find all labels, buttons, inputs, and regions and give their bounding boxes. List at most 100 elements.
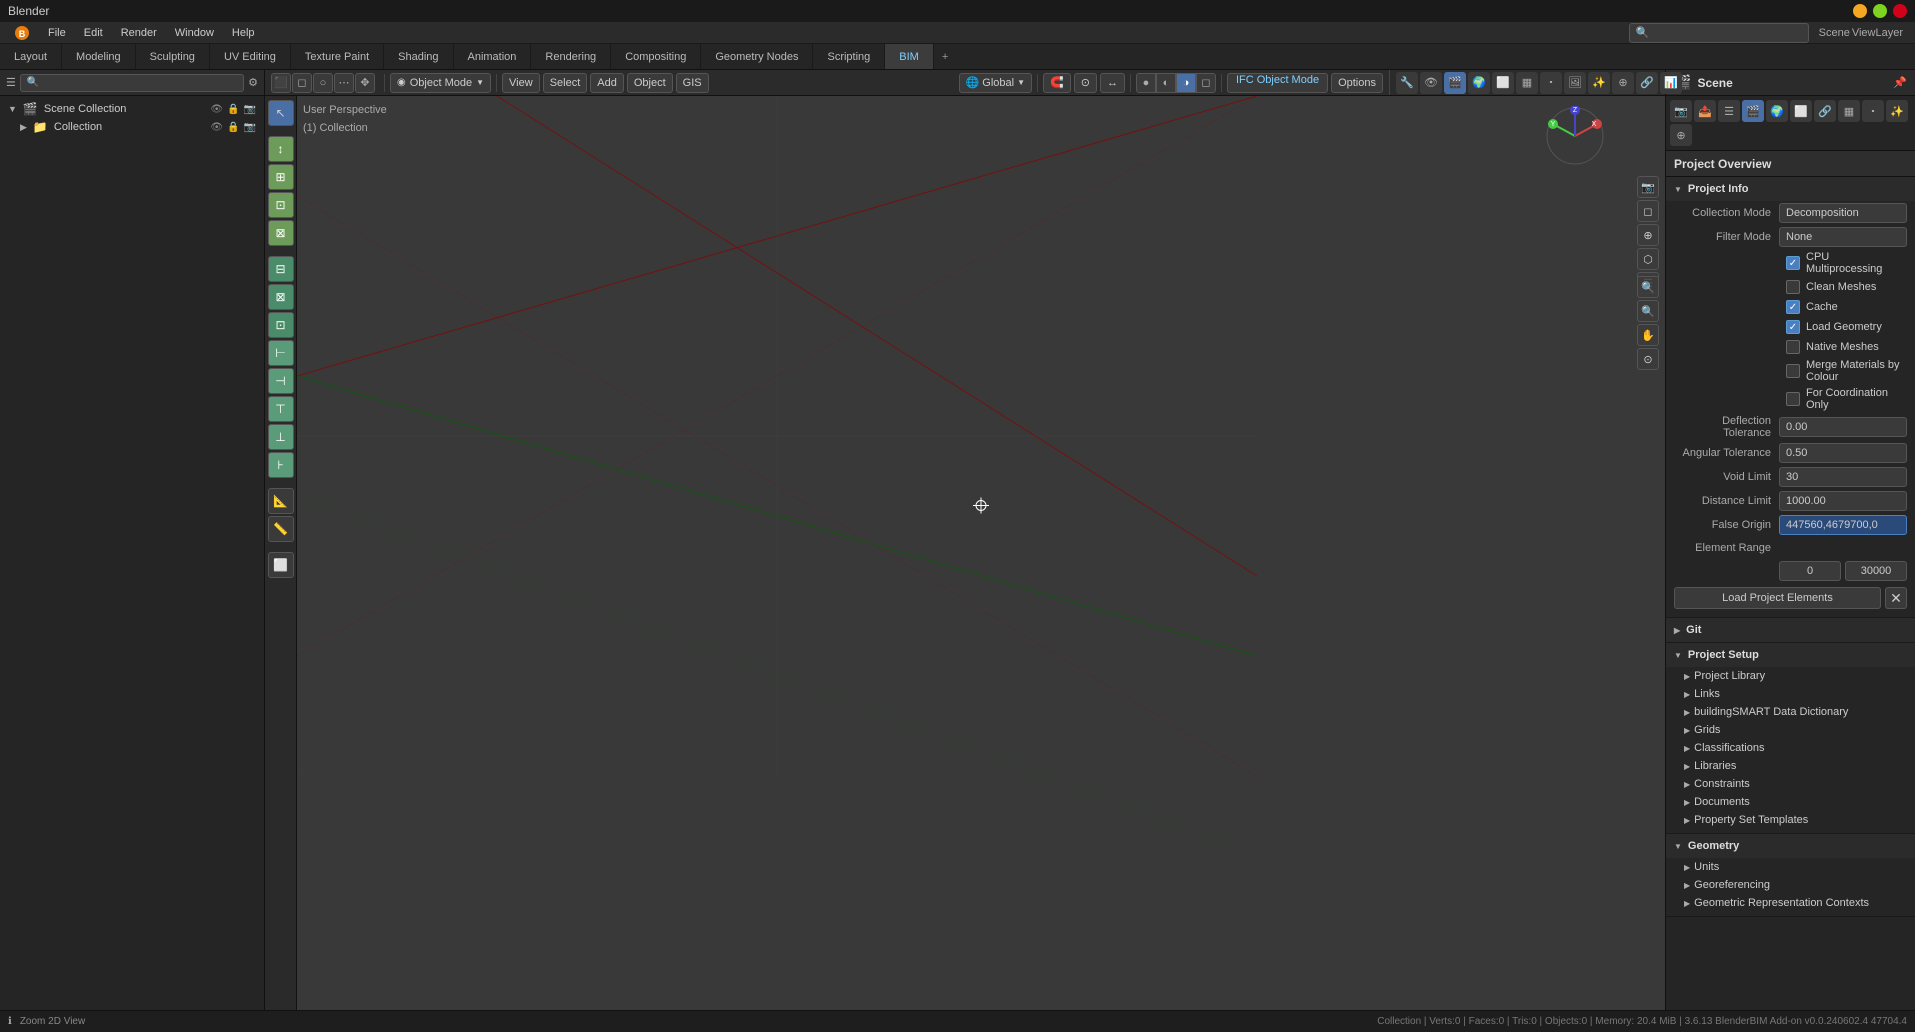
zoom-in-btn[interactable]: 🔍	[1637, 276, 1659, 298]
deflection-tolerance-input[interactable]: 0.00	[1779, 417, 1907, 437]
merge-materials-checkbox[interactable]	[1786, 364, 1800, 378]
filter-mode-value[interactable]: None	[1779, 227, 1907, 247]
tab-material[interactable]: ⬝	[1862, 100, 1884, 122]
panel-pin-icon[interactable]: 📌	[1893, 76, 1907, 89]
ifc-object-mode-btn[interactable]: IFC Object Mode	[1227, 73, 1328, 93]
ws-tab-sculpting[interactable]: Sculpting	[136, 44, 210, 69]
right-panel-scroll[interactable]: ▼ Project Info Collection Mode Decomposi…	[1666, 177, 1915, 1010]
distance-limit-input[interactable]: 1000.00	[1779, 491, 1907, 511]
documents-item[interactable]: ▶ Documents	[1666, 793, 1915, 811]
tab-world[interactable]: 🌍	[1766, 100, 1788, 122]
tab-obj-props[interactable]: ⬜	[1790, 100, 1812, 122]
ws-add-tab[interactable]: +	[934, 44, 956, 69]
ifc-tool-3[interactable]: ⊡	[268, 312, 294, 338]
maximize-button[interactable]	[1873, 4, 1887, 18]
panel-icon-mesh[interactable]: ▦	[1516, 72, 1538, 94]
vp-gizmo-btn[interactable]: ⊕	[1637, 224, 1659, 246]
native-meshes-checkbox[interactable]	[1786, 340, 1800, 354]
viewport-3d[interactable]: User Perspective (1) Collection	[297, 96, 1665, 1010]
ifc-tool-4[interactable]: ⊢	[268, 340, 294, 366]
element-range-min-input[interactable]: 0	[1779, 561, 1841, 581]
geom-rep-contexts-item[interactable]: ▶ Geometric Representation Contexts	[1666, 894, 1915, 912]
panel-icon-physics[interactable]: ⊕	[1612, 72, 1634, 94]
load-geometry-checkbox[interactable]	[1786, 320, 1800, 334]
orbit-btn[interactable]: ⊙	[1637, 348, 1659, 370]
bsdd-item[interactable]: ▶ buildingSMART Data Dictionary	[1666, 703, 1915, 721]
element-range-max-input[interactable]: 30000	[1845, 561, 1907, 581]
global-dropdown[interactable]: 🌐 Global ▼	[959, 73, 1032, 93]
options-btn[interactable]: Options	[1331, 73, 1383, 93]
ifc-tool-2[interactable]: ⊠	[268, 284, 294, 310]
ifc-tool-8[interactable]: ⊦	[268, 452, 294, 478]
shade-wireframe-btn[interactable]: ◻	[1196, 73, 1216, 93]
add-menu-btn[interactable]: Add	[590, 73, 624, 93]
view-menu-btn[interactable]: View	[502, 73, 540, 93]
menu-render[interactable]: Render	[113, 25, 165, 41]
panel-icon-mat[interactable]: ⬝	[1540, 72, 1562, 94]
ws-tab-layout[interactable]: Layout	[0, 44, 62, 69]
tab-obj-constraint[interactable]: 🔗	[1814, 100, 1836, 122]
cpu-multiprocessing-checkbox[interactable]	[1786, 256, 1800, 270]
select-menu-btn[interactable]: Select	[543, 73, 588, 93]
georeferencing-item[interactable]: ▶ Georeferencing	[1666, 876, 1915, 894]
move-tool-btn[interactable]: ↕	[268, 136, 294, 162]
ifc-tool-6[interactable]: ⊤	[268, 396, 294, 422]
transform-tool-btn[interactable]: ⊠	[268, 220, 294, 246]
constraints-item[interactable]: ▶ Constraints	[1666, 775, 1915, 793]
rotate-tool-btn[interactable]: ⊡	[268, 192, 294, 218]
tab-particles[interactable]: ✨	[1886, 100, 1908, 122]
scale-tool-btn[interactable]: ⊞	[268, 164, 294, 190]
panel-icon-scene[interactable]: 🎬	[1444, 72, 1466, 94]
cache-checkbox[interactable]	[1786, 300, 1800, 314]
panel-icon-part[interactable]: ✨	[1588, 72, 1610, 94]
search-bar[interactable]: 🔍	[1629, 23, 1809, 43]
ws-tab-animation[interactable]: Animation	[454, 44, 532, 69]
cam2-icon[interactable]: 📷	[244, 122, 256, 133]
icon-lasso[interactable]: ◻	[292, 73, 312, 93]
coordination-only-checkbox[interactable]	[1786, 392, 1800, 406]
pan-btn[interactable]: ✋	[1637, 324, 1659, 346]
search-input[interactable]	[1653, 27, 1801, 39]
vp-proportional-btn[interactable]: ⊙	[1074, 73, 1097, 93]
menu-help[interactable]: Help	[224, 25, 263, 41]
tab-physics[interactable]: ⊕	[1670, 124, 1692, 146]
vp-perspective-btn[interactable]: ◻	[1637, 200, 1659, 222]
icon-box-select[interactable]: ⬛	[271, 73, 291, 93]
lock-icon[interactable]: 🔒	[227, 104, 239, 115]
project-info-header[interactable]: ▼ Project Info	[1666, 177, 1915, 201]
geometry-section-header[interactable]: ▼ Geometry	[1666, 834, 1915, 858]
lock2-icon[interactable]: 🔒	[227, 122, 239, 133]
icon-transform[interactable]: ✥	[355, 73, 375, 93]
object-mode-dropdown[interactable]: ◉ Object Mode ▼	[390, 73, 491, 93]
vp-snap-btn[interactable]: 🧲	[1043, 73, 1071, 93]
ws-tab-bim[interactable]: BIM	[885, 44, 934, 69]
menu-file[interactable]: File	[40, 25, 74, 41]
minimize-button[interactable]	[1853, 4, 1867, 18]
ws-tab-geometrynodes[interactable]: Geometry Nodes	[701, 44, 813, 69]
pset-templates-item[interactable]: ▶ Property Set Templates	[1666, 811, 1915, 829]
tab-output[interactable]: 📤	[1694, 100, 1716, 122]
menu-window[interactable]: Window	[167, 25, 222, 41]
shade-rendered-btn[interactable]: ◑	[1176, 73, 1196, 93]
panel-icon-data[interactable]: 📊	[1660, 72, 1682, 94]
ws-tab-compositing[interactable]: Compositing	[611, 44, 701, 69]
links-item[interactable]: ▶ Links	[1666, 685, 1915, 703]
ws-tab-uvediting[interactable]: UV Editing	[210, 44, 291, 69]
void-limit-input[interactable]: 30	[1779, 467, 1907, 487]
tab-view-layer[interactable]: ☰	[1718, 100, 1740, 122]
ws-tab-modeling[interactable]: Modeling	[62, 44, 136, 69]
panel-icon-tex[interactable]: 🖼	[1564, 72, 1586, 94]
shade-solid-btn[interactable]: ●	[1136, 73, 1156, 93]
angular-tolerance-input[interactable]: 0.50	[1779, 443, 1907, 463]
panel-icon-world[interactable]: 🌍	[1468, 72, 1490, 94]
ws-tab-scripting[interactable]: Scripting	[813, 44, 885, 69]
ws-tab-texturepaint[interactable]: Texture Paint	[291, 44, 384, 69]
outliner-search[interactable]: 🔍	[20, 74, 244, 92]
icon-dots[interactable]: ⋯	[334, 73, 354, 93]
collection-mode-value[interactable]: Decomposition	[1779, 203, 1907, 223]
measure-btn[interactable]: 📏	[268, 516, 294, 542]
menu-edit[interactable]: Edit	[76, 25, 111, 41]
nav-gizmo-area[interactable]: X Y Z	[1545, 106, 1605, 169]
scene-collection-item[interactable]: ▼ 🎬 Scene Collection 👁 🔒 📷	[0, 100, 264, 118]
cancel-load-btn[interactable]: ✕	[1885, 587, 1907, 609]
